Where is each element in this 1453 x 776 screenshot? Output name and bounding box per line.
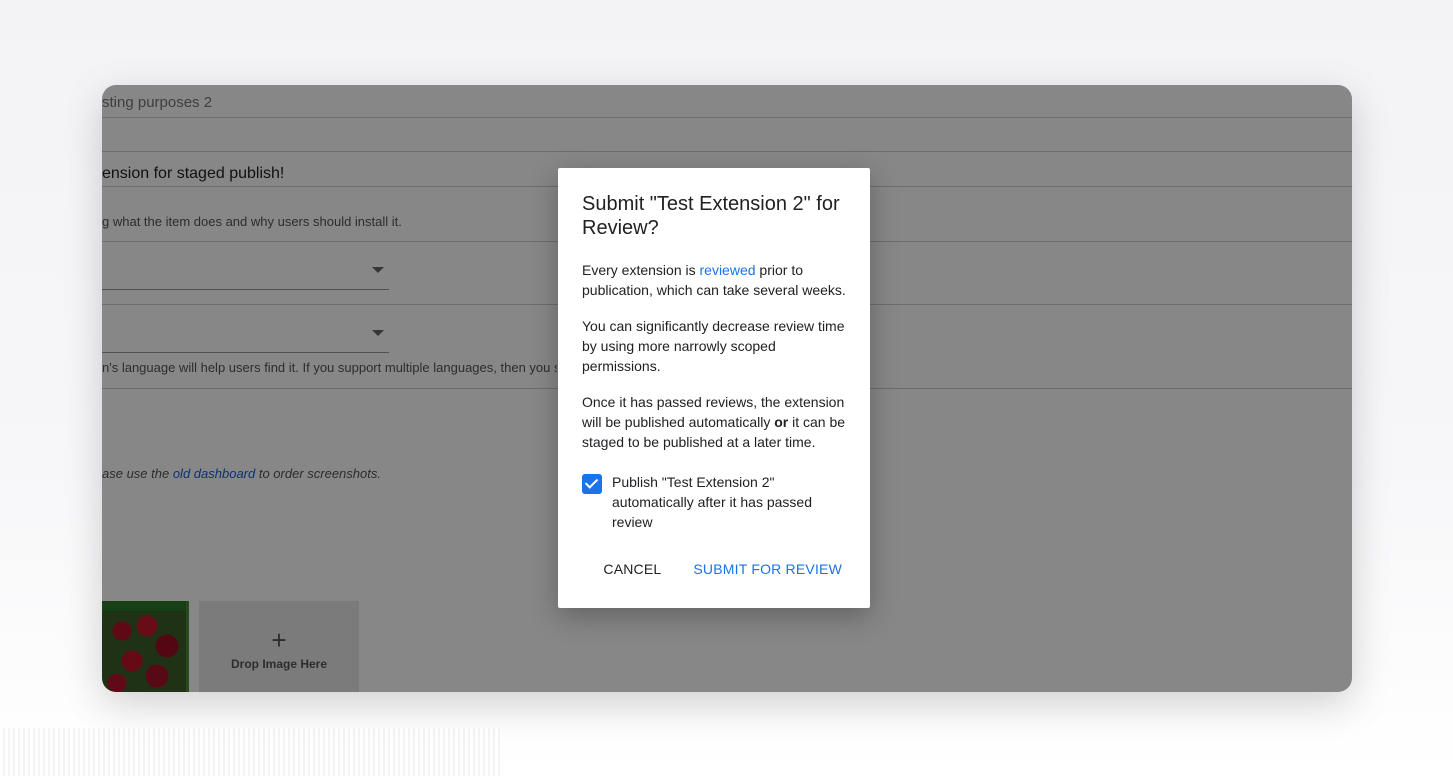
- auto-publish-checkbox[interactable]: [582, 474, 602, 494]
- reviewed-link[interactable]: reviewed: [700, 262, 756, 278]
- dialog-actions: CANCEL SUBMIT FOR REVIEW: [595, 555, 850, 583]
- dialog-paragraph-publish: Once it has passed reviews, the extensio…: [582, 392, 846, 452]
- cancel-button[interactable]: CANCEL: [595, 555, 669, 583]
- decorative-noise: [0, 728, 500, 776]
- dialog-paragraph-permissions: You can significantly decrease review ti…: [582, 318, 845, 374]
- dialog-title: Submit "Test Extension 2" for Review?: [582, 193, 840, 239]
- submit-for-review-button[interactable]: SUBMIT FOR REVIEW: [685, 555, 850, 583]
- auto-publish-label: Publish "Test Extension 2" automatically…: [612, 474, 812, 530]
- p1-prefix: Every extension is: [582, 262, 700, 278]
- submit-review-dialog: Submit "Test Extension 2" for Review? Ev…: [558, 168, 870, 608]
- dialog-paragraph-review: Every extension is reviewed prior to pub…: [582, 260, 846, 300]
- p3-bold: or: [774, 414, 789, 430]
- auto-publish-option[interactable]: Publish "Test Extension 2" automatically…: [582, 472, 846, 532]
